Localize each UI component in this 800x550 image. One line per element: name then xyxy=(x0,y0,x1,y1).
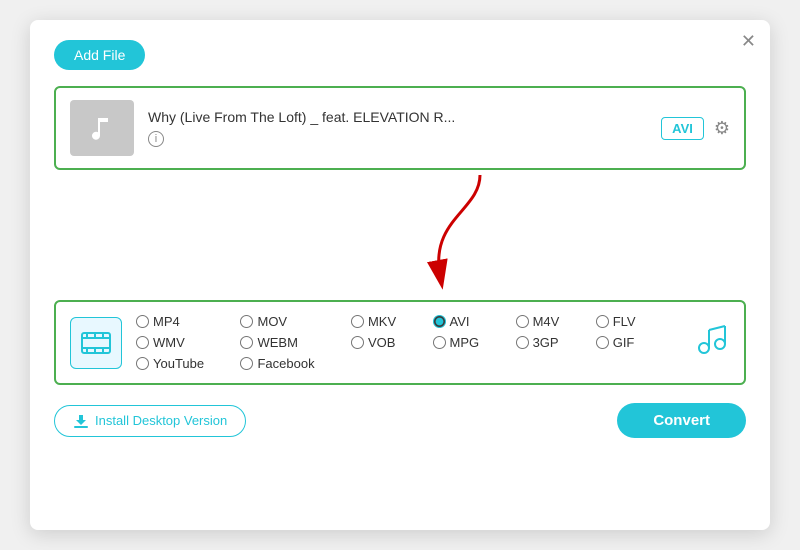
film-icon xyxy=(80,327,112,359)
main-dialog: ✕ Add File Why (Live From The Loft) _ fe… xyxy=(30,20,770,530)
info-icon[interactable]: i xyxy=(148,131,164,147)
format-option-webm[interactable]: WEBM xyxy=(240,335,350,350)
file-item-box: Why (Live From The Loft) _ feat. ELEVATI… xyxy=(54,86,746,170)
bottom-bar: Install Desktop Version Convert xyxy=(54,403,746,438)
arrow-area xyxy=(54,170,746,300)
format-option-mpg[interactable]: MPG xyxy=(433,335,516,350)
format-option-youtube[interactable]: YouTube xyxy=(136,356,240,371)
format-options-grid: MP4 MOV MKV AVI M4V FLV WMV WEBM xyxy=(136,314,672,371)
add-file-button[interactable]: Add File xyxy=(54,40,145,70)
download-icon xyxy=(73,413,89,429)
file-title: Why (Live From The Loft) _ feat. ELEVATI… xyxy=(148,109,647,125)
format-option-mkv[interactable]: MKV xyxy=(351,314,433,329)
format-option-m4v[interactable]: M4V xyxy=(516,314,596,329)
audio-icon-area xyxy=(694,322,730,363)
format-badge[interactable]: AVI xyxy=(661,117,704,140)
format-box: MP4 MOV MKV AVI M4V FLV WMV WEBM xyxy=(54,300,746,385)
file-thumbnail xyxy=(70,100,134,156)
close-button[interactable]: ✕ xyxy=(741,32,756,50)
gear-button[interactable]: ⚙ xyxy=(714,118,730,139)
format-option-3gp[interactable]: 3GP xyxy=(516,335,596,350)
format-option-facebook[interactable]: Facebook xyxy=(240,356,350,371)
format-option-mp4[interactable]: MP4 xyxy=(136,314,240,329)
file-info: Why (Live From The Loft) _ feat. ELEVATI… xyxy=(148,109,647,147)
arrow-icon xyxy=(420,170,500,290)
audio-icon xyxy=(694,322,730,358)
video-format-icon xyxy=(70,317,122,369)
install-desktop-button[interactable]: Install Desktop Version xyxy=(54,405,246,437)
format-option-gif[interactable]: GIF xyxy=(596,335,672,350)
format-option-avi[interactable]: AVI xyxy=(433,314,516,329)
format-option-mov[interactable]: MOV xyxy=(240,314,350,329)
convert-button[interactable]: Convert xyxy=(617,403,746,438)
format-option-vob[interactable]: VOB xyxy=(351,335,433,350)
format-option-wmv[interactable]: WMV xyxy=(136,335,240,350)
format-option-flv[interactable]: FLV xyxy=(596,314,672,329)
install-button-label: Install Desktop Version xyxy=(95,413,227,428)
music-icon xyxy=(86,112,118,144)
file-actions: AVI ⚙ xyxy=(661,117,730,140)
